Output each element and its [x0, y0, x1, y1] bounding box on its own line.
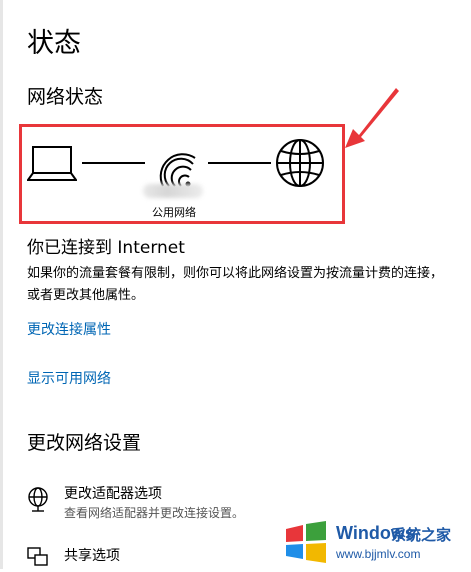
- adapter-globe-icon[interactable]: [26, 487, 50, 517]
- sharing-options-button[interactable]: 共享选项: [64, 546, 120, 566]
- change-adapter-options-description: 查看网络适配器并更改连接设置。: [64, 506, 245, 520]
- highlight-box: [19, 124, 345, 224]
- change-adapter-options-button[interactable]: 更改适配器选项: [64, 484, 162, 504]
- page-title: 状态: [27, 28, 81, 59]
- watermark-subtitle: 系统之家: [391, 526, 452, 544]
- network-status-heading: 网络状态: [27, 86, 104, 108]
- show-available-networks-link[interactable]: 显示可用网络: [27, 369, 111, 389]
- change-connection-properties-link[interactable]: 更改连接属性: [27, 320, 111, 340]
- window-left-edge: [0, 0, 3, 569]
- change-network-settings-heading: 更改网络设置: [27, 432, 142, 454]
- watermark-url: www.bjjmlv.com: [336, 547, 421, 561]
- connection-status-description: 如果你的流量套餐有限制，则你可以将此网络设置为按流量计费的连接，或者更改其他属性…: [27, 266, 444, 303]
- windows-logo-icon: [286, 521, 326, 563]
- watermark: Windows 系统之家 www.bjjmlv.com: [279, 515, 471, 569]
- connection-status-title: 你已连接到 Internet: [27, 238, 185, 258]
- annotation-arrow-icon: [345, 85, 405, 154]
- sharing-icon[interactable]: [26, 546, 50, 572]
